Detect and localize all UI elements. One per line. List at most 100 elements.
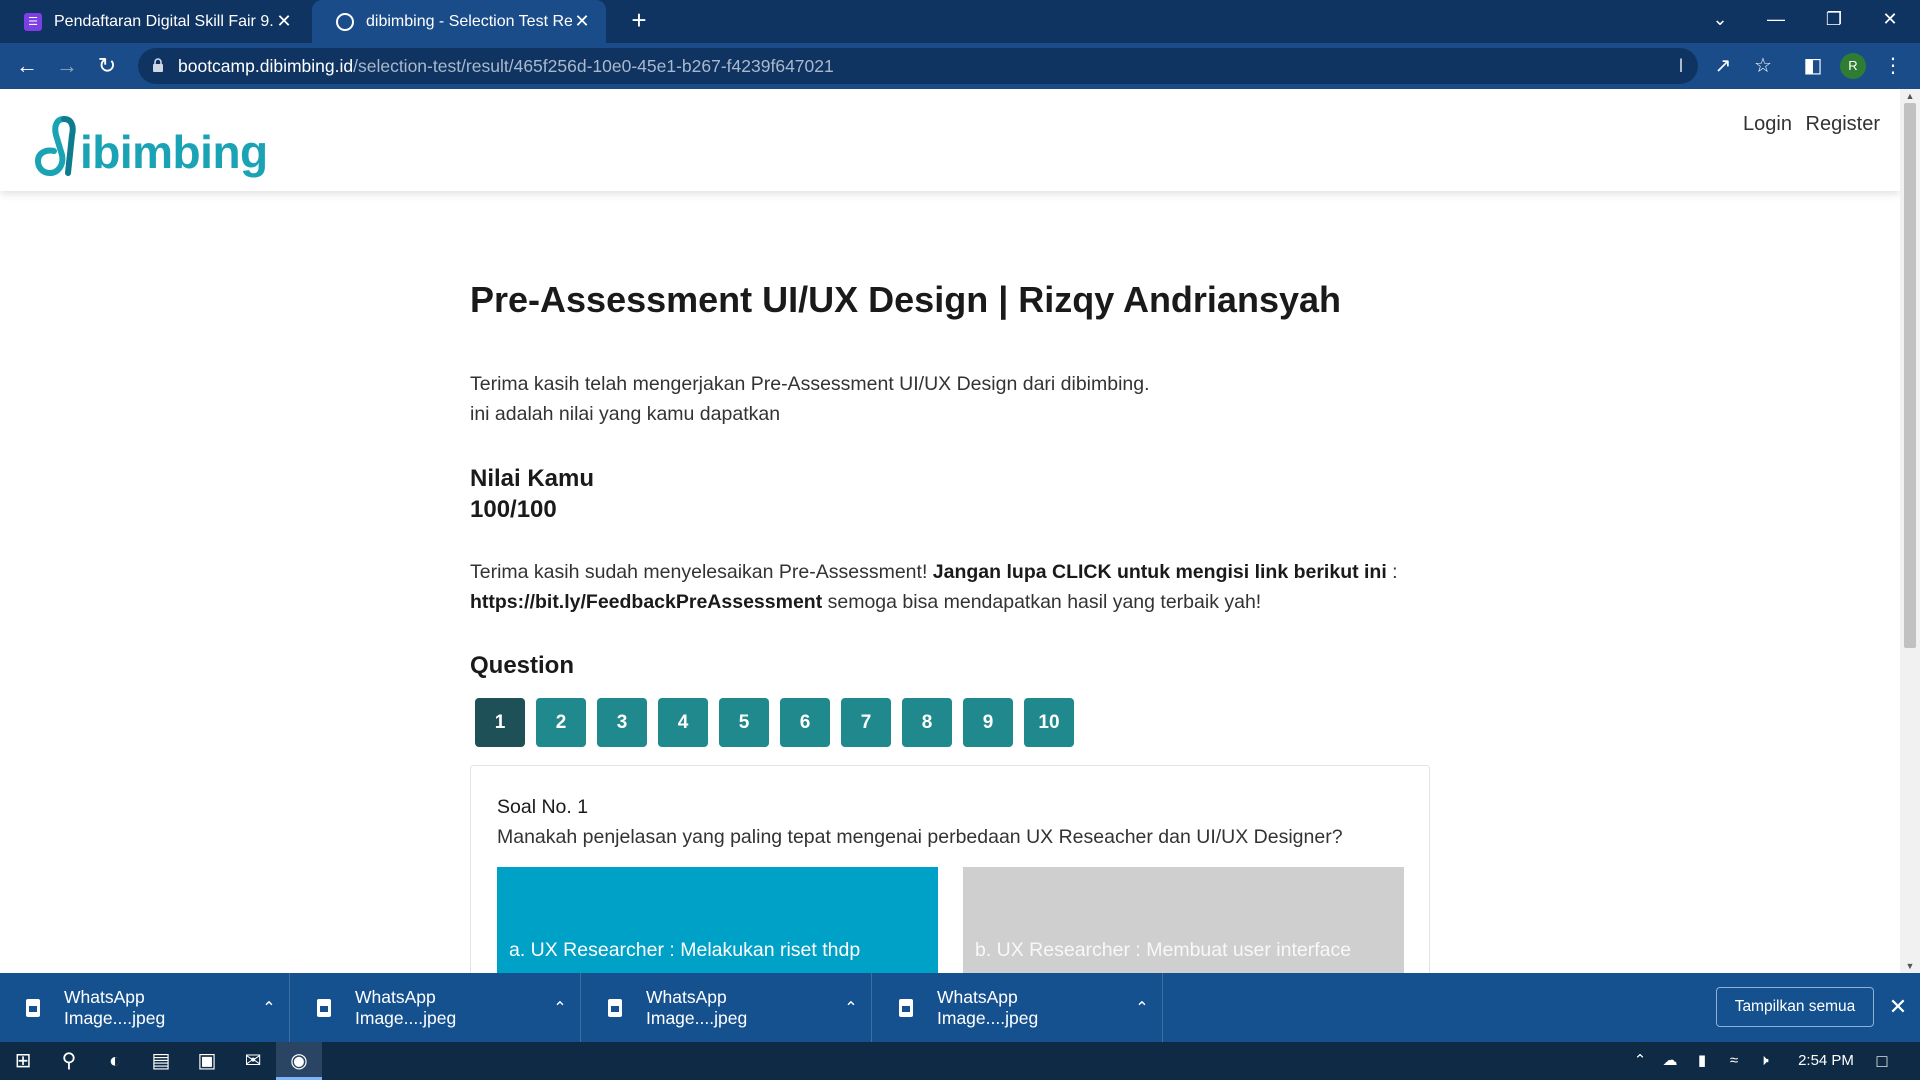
tab-search-icon[interactable]: ⌄ (1692, 0, 1748, 40)
image-file-icon (317, 998, 331, 1017)
scrollbar-thumb[interactable] (1904, 103, 1916, 648)
feedback-message: Terima kasih sudah menyelesaikan Pre-Ass… (470, 557, 1430, 617)
feedback-colon: : (1386, 561, 1398, 583)
browser-toolbar: ← → ↻ bootcamp.dibimbing.id/selection-te… (0, 43, 1920, 89)
share-icon[interactable]: ↗ (1708, 51, 1738, 81)
search-icon[interactable]: ⚲ (46, 1042, 92, 1080)
url-text: bootcamp.dibimbing.id/selection-test/res… (178, 48, 834, 84)
download-item[interactable]: WhatsApp Image....jpeg ⌃ (582, 973, 872, 1042)
intro-text: Terima kasih telah mengerjakan Pre-Asses… (470, 369, 1150, 429)
close-icon[interactable]: ✕ (1884, 993, 1912, 1021)
question-button-4[interactable]: 4 (658, 698, 708, 747)
reload-icon[interactable]: ↻ (92, 51, 122, 81)
show-all-downloads-button[interactable]: Tampilkan semua (1716, 987, 1874, 1027)
image-file-icon (26, 998, 40, 1017)
download-filename: WhatsApp Image....jpeg (937, 986, 1039, 1028)
question-button-7[interactable]: 7 (841, 698, 891, 747)
file-explorer-icon[interactable]: ▤ (138, 1042, 184, 1080)
question-button-6[interactable]: 6 (780, 698, 830, 747)
url-path: /selection-test/result/465f256d-10e0-45e… (353, 56, 834, 76)
question-button-2[interactable]: 2 (536, 698, 586, 747)
page-title: Pre-Assessment UI/UX Design | Rizqy Andr… (470, 279, 1341, 320)
download-shelf: WhatsApp Image....jpeg ⌃ WhatsApp Image.… (0, 973, 1920, 1042)
feedback-cta: Jangan lupa CLICK untuk mengisi link ber… (932, 561, 1387, 583)
clock[interactable]: 2:54 PM (1780, 1042, 1872, 1080)
speaker-muted-icon[interactable]: 🕨 (1750, 1042, 1778, 1080)
page-scrollbar[interactable]: ▲ ▼ (1900, 89, 1920, 973)
question-button-5[interactable]: 5 (719, 698, 769, 747)
download-item[interactable]: WhatsApp Image....jpeg ⌃ (291, 973, 581, 1042)
minimize-window-button[interactable]: — (1748, 0, 1804, 40)
chevron-up-icon[interactable]: ⌃ (249, 998, 289, 1018)
scroll-down-arrow-icon[interactable]: ▼ (1900, 959, 1920, 973)
image-file-icon (608, 998, 622, 1017)
browser-tab-digital-skill-fair[interactable]: ☰ Pendaftaran Digital Skill Fair 9.0 ✕ (0, 0, 308, 43)
tab-title: dibimbing - Selection Test Result (366, 12, 572, 30)
register-link[interactable]: Register (1806, 113, 1880, 135)
back-arrow-icon[interactable]: ← (12, 51, 42, 81)
address-bar[interactable]: bootcamp.dibimbing.id/selection-test/res… (138, 48, 1698, 84)
dibimbing-logo-mark (34, 116, 76, 177)
bookmark-star-icon[interactable]: ☆ (1748, 51, 1778, 81)
question-button-9[interactable]: 9 (963, 698, 1013, 747)
question-button-1[interactable]: 1 (475, 698, 525, 747)
download-item[interactable]: WhatsApp Image....jpeg ⌃ (0, 973, 290, 1042)
side-panel-icon[interactable]: ◧ (1798, 51, 1828, 81)
header-nav: Login Register (1735, 113, 1880, 136)
download-filename: WhatsApp Image....jpeg (646, 986, 748, 1028)
chrome-icon[interactable]: ◉ (276, 1042, 322, 1080)
feedback-link[interactable]: https://bit.ly/FeedbackPreAssessment (470, 591, 822, 613)
windows-start-icon[interactable]: ⊞ (0, 1042, 46, 1080)
question-nav: 1 2 3 4 5 6 7 8 9 10 (475, 698, 1085, 747)
more-menu-icon[interactable]: ⋮ (1878, 51, 1908, 81)
browser-tab-selection-test[interactable]: dibimbing - Selection Test Result ✕ (312, 0, 606, 43)
download-filename: WhatsApp Image....jpeg (355, 986, 457, 1028)
edge-browser-icon[interactable]: ◐ (92, 1042, 138, 1080)
download-filename: WhatsApp Image....jpeg (64, 986, 166, 1028)
login-link[interactable]: Login (1743, 113, 1792, 135)
forward-arrow-icon[interactable]: → (52, 51, 82, 81)
notifications-icon[interactable]: □ (1862, 1042, 1902, 1080)
web-page: ibimbing Login Register Pre-Assessment U… (0, 89, 1900, 973)
question-button-8[interactable]: 8 (902, 698, 952, 747)
question-text: Manakah penjelasan yang paling tepat men… (497, 826, 1343, 848)
wifi-icon[interactable]: ≈ (1720, 1042, 1748, 1080)
close-tab-icon[interactable]: ✕ (572, 11, 592, 32)
dibimbing-logo[interactable]: ibimbing (34, 107, 268, 177)
chevron-up-icon[interactable]: ⌃ (1122, 998, 1162, 1018)
answer-option-b[interactable]: b. UX Researcher : Membuat user interfac… (963, 867, 1404, 973)
answer-option-text: a. UX Researcher : Melakukan riset thdp (509, 939, 861, 961)
tab-title: Pendaftaran Digital Skill Fair 9.0 (54, 12, 274, 30)
feedback-text: Terima kasih sudah menyelesaikan Pre-Ass… (470, 561, 933, 583)
chevron-up-icon[interactable]: ⌃ (540, 998, 580, 1018)
show-hidden-icons-chevron-icon[interactable]: ⌃ (1628, 1042, 1652, 1080)
feedback-closing: semoga bisa mendapatkan hasil yang terba… (822, 591, 1262, 613)
score-value: 100/100 (470, 496, 557, 523)
onedrive-cloud-icon[interactable]: ☁ (1656, 1042, 1684, 1080)
profile-avatar[interactable]: R (1840, 53, 1866, 79)
browser-tab-bar: ☰ Pendaftaran Digital Skill Fair 9.0 ✕ d… (0, 0, 1920, 43)
windows-taskbar: ⊞ ⚲ ◐ ▤ ▣ ✉ ◉ ⌃ ☁ ▮ ≈ 🕨 2:54 PM □ (0, 1042, 1920, 1080)
question-heading: Question (470, 652, 575, 679)
translate-icon[interactable]: ا (1668, 54, 1694, 78)
close-tab-icon[interactable]: ✕ (274, 11, 294, 32)
answer-option-a[interactable]: a. UX Researcher : Melakukan riset thdp (497, 867, 938, 973)
question-card: Soal No. 1 Manakah penjelasan yang palin… (470, 765, 1430, 973)
scroll-up-arrow-icon[interactable]: ▲ (1900, 89, 1920, 103)
battery-icon[interactable]: ▮ (1688, 1042, 1716, 1080)
score-section: Nilai Kamu 100/100 (470, 463, 594, 525)
restore-window-button[interactable]: ❐ (1806, 0, 1862, 40)
close-window-button[interactable]: ✕ (1862, 0, 1918, 40)
mail-icon[interactable]: ✉ (230, 1042, 276, 1080)
store-icon[interactable]: ▣ (184, 1042, 230, 1080)
question-button-10[interactable]: 10 (1024, 698, 1074, 747)
new-tab-button[interactable]: + (624, 6, 654, 36)
intro-line-2: ini adalah nilai yang kamu dapatkan (470, 403, 781, 425)
chevron-up-icon[interactable]: ⌃ (831, 998, 871, 1018)
question-button-3[interactable]: 3 (597, 698, 647, 747)
score-label: Nilai Kamu (470, 465, 595, 492)
logo-text: ibimbing (80, 126, 268, 178)
forms-icon: ☰ (24, 12, 42, 31)
download-item[interactable]: WhatsApp Image....jpeg ⌃ (873, 973, 1163, 1042)
lock-icon (153, 58, 163, 72)
